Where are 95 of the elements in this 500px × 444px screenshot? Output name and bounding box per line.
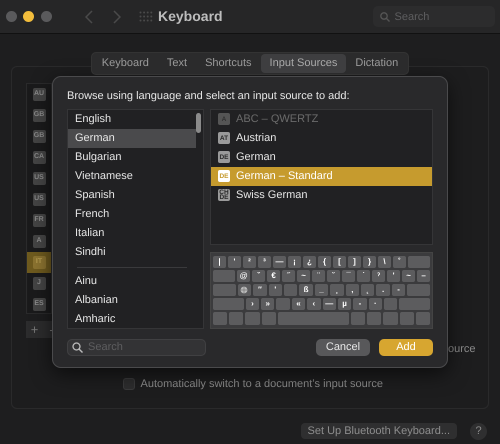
- keyboard-key: [408, 256, 430, 268]
- dialog-heading: Browse using language and select an input source to add:: [67, 89, 351, 104]
- keyboard-key: ˝: [282, 270, 296, 282]
- keyboard-key: ~: [402, 270, 416, 282]
- keyboard-key: [278, 312, 349, 325]
- tab[interactable]: Shortcuts: [196, 54, 261, 72]
- keyboard-key: |: [213, 256, 226, 268]
- keyboard-key: ': [268, 284, 282, 296]
- keyboard-key: }: [363, 256, 376, 268]
- keyboard-key: [213, 270, 236, 282]
- keyboard-key: ˚: [393, 256, 406, 268]
- keyboard-key: ß: [299, 284, 313, 296]
- language-item[interactable]: Albanian: [68, 290, 196, 310]
- keyboard-key: [276, 298, 290, 310]
- search-icon: [380, 12, 390, 22]
- language-item[interactable]: German: [68, 128, 196, 148]
- keyboard-key: \: [378, 256, 391, 268]
- label-text: ource: [448, 342, 477, 356]
- checkbox-label: Automatically switch to a document’s input source: [140, 377, 384, 392]
- keyboard-key: –: [417, 270, 430, 282]
- keyboard-key: ˙: [357, 270, 370, 282]
- tab[interactable]: Input Sources: [260, 54, 346, 72]
- cancel-button[interactable]: Cancel: [316, 338, 370, 356]
- keyboard-key: ²: [243, 256, 256, 268]
- bluetooth-setup-button[interactable]: Set Up Bluetooth Keyboard...: [300, 423, 457, 439]
- tab[interactable]: Text: [158, 54, 196, 72]
- keyboard-key: [: [333, 256, 346, 268]
- language-item[interactable]: Bulgarian: [68, 148, 196, 166]
- keyboard-key: [284, 284, 298, 296]
- language-item[interactable]: Vietnamese: [68, 166, 196, 186]
- language-item[interactable]: English: [68, 110, 196, 128]
- keyboard-key: ˇ: [252, 270, 266, 282]
- keyboard-key: ˛: [361, 284, 374, 296]
- keyboard-key: [407, 284, 430, 296]
- window-title: Keyboard: [158, 7, 223, 26]
- keyboard-key: @: [237, 270, 250, 282]
- keyboard-key: ·: [368, 298, 382, 310]
- keyboard-key: »: [261, 298, 274, 310]
- language-item[interactable]: Ainu: [68, 272, 196, 290]
- keyboard-key: —: [322, 298, 336, 310]
- keyboard-key: [384, 298, 398, 310]
- language-item[interactable]: French: [68, 204, 196, 224]
- keyboard-key: ]: [348, 256, 361, 268]
- keyboard-key: [383, 312, 398, 325]
- checkbox[interactable]: [123, 378, 135, 390]
- keyboard-key: .: [376, 284, 390, 296]
- window-control-button[interactable]: [23, 11, 34, 22]
- keyboard-key: ': [387, 270, 400, 282]
- keyboard-key: [400, 312, 414, 325]
- keyboard-key: [229, 312, 244, 325]
- back-icon: [84, 10, 92, 24]
- keyboard-key: -: [392, 284, 406, 296]
- keyboard-key: ¡: [288, 256, 301, 268]
- keyboard-key: ¿: [303, 256, 316, 268]
- scrollbar-thumb[interactable]: [196, 112, 201, 132]
- keyboard-key: ¯: [342, 270, 356, 282]
- keyboard-key: [213, 298, 244, 310]
- keyboard-key: [213, 284, 236, 296]
- keyboard-key: _: [314, 284, 328, 296]
- keyboard-key: [399, 298, 430, 310]
- keyboard-key: [367, 312, 382, 325]
- forward-icon: [112, 10, 120, 24]
- keyboard-key: ~: [297, 270, 310, 282]
- keyboard-key: µ: [338, 298, 352, 310]
- keyboard-key: [262, 312, 276, 325]
- globe-icon: [240, 286, 248, 294]
- keyboard-key: [213, 312, 228, 325]
- keyboard-key: ¸: [330, 284, 344, 296]
- keyboard-key: {: [318, 256, 331, 268]
- keyboard-key: ″: [253, 284, 267, 296]
- keyboard-key: ›: [246, 298, 260, 310]
- keyboard-key: ': [228, 256, 241, 268]
- language-item[interactable]: Amharic: [68, 310, 196, 328]
- search-icon: [72, 342, 83, 352]
- keyboard-key: ¨: [312, 270, 326, 282]
- language-item[interactable]: Italian: [68, 224, 196, 242]
- keyboard-key: ³: [258, 256, 271, 268]
- keyboard-key: €: [267, 270, 280, 282]
- keyboard-key: ˀ: [372, 270, 386, 282]
- keyboard-key: -: [353, 298, 367, 310]
- keyboard-key: ˘: [327, 270, 340, 282]
- language-item[interactable]: Sindhi: [68, 242, 196, 262]
- help-button[interactable]: ?: [470, 422, 487, 440]
- keyboard-key: «: [292, 298, 306, 310]
- keyboard-key: [245, 312, 260, 325]
- grid-icon: [138, 11, 152, 22]
- language-item[interactable]: Spanish: [68, 186, 196, 204]
- add-button[interactable]: +: [26, 320, 43, 338]
- tab[interactable]: Dictation: [346, 54, 408, 72]
- keyboard-key: [416, 312, 430, 325]
- keyboard-key: [350, 312, 366, 325]
- keyboard-key: —: [273, 256, 286, 268]
- keyboard-key: ‹: [307, 298, 321, 310]
- keyboard-key: ‚: [346, 284, 360, 296]
- tab[interactable]: Keyboard: [92, 54, 158, 72]
